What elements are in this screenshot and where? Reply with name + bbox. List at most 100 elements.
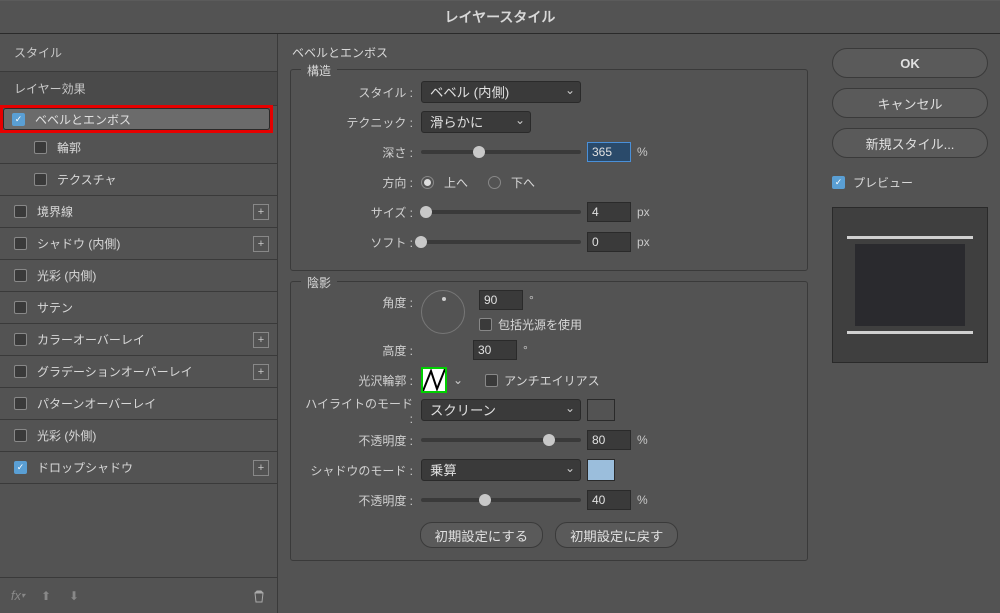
checkbox[interactable]: [34, 173, 47, 186]
depth-label: 深さ :: [301, 144, 421, 161]
style-item-inner-shadow[interactable]: シャドウ (内側) +: [0, 228, 277, 260]
highlight-opacity-unit: %: [637, 433, 648, 447]
style-label: 輪郭: [57, 139, 269, 156]
style-item-contour[interactable]: 輪郭: [0, 132, 277, 164]
structure-title: 構造: [301, 62, 337, 79]
add-icon[interactable]: +: [253, 460, 269, 476]
style-label: 光彩 (内側): [37, 267, 269, 284]
shadow-color-swatch[interactable]: [587, 459, 615, 481]
checkbox[interactable]: [14, 397, 27, 410]
shadow-opacity-slider[interactable]: [421, 498, 581, 502]
style-label: パターンオーバーレイ: [37, 395, 269, 412]
direction-label: 方向 :: [301, 174, 421, 191]
make-default-button[interactable]: 初期設定にする: [420, 522, 543, 548]
highlight-color-swatch[interactable]: [587, 399, 615, 421]
highlight-opacity-label: 不透明度 :: [301, 432, 421, 449]
highlight-box: ✓ ベベルとエンボス: [0, 105, 273, 133]
highlight-mode-label: ハイライトのモード :: [301, 395, 421, 426]
antialias-checkbox[interactable]: [485, 374, 498, 387]
style-item-pattern-overlay[interactable]: パターンオーバーレイ: [0, 388, 277, 420]
gloss-contour-label: 光沢輪郭 :: [301, 372, 421, 389]
add-icon[interactable]: +: [253, 332, 269, 348]
ok-button[interactable]: OK: [832, 48, 988, 78]
technique-select[interactable]: 滑らかに: [421, 111, 531, 133]
cancel-button[interactable]: キャンセル: [832, 88, 988, 118]
reset-default-button[interactable]: 初期設定に戻す: [555, 522, 678, 548]
style-item-texture[interactable]: テクスチャ: [0, 164, 277, 196]
altitude-input[interactable]: [473, 340, 517, 360]
checkbox[interactable]: [14, 333, 27, 346]
preview-label: プレビュー: [853, 174, 913, 191]
dialog-title: レイヤースタイル: [0, 0, 1000, 34]
checkbox[interactable]: [14, 205, 27, 218]
direction-down-radio[interactable]: [488, 176, 501, 189]
layer-effects-header[interactable]: レイヤー効果: [0, 72, 277, 106]
gloss-contour-picker[interactable]: [421, 367, 447, 393]
style-item-color-overlay[interactable]: カラーオーバーレイ +: [0, 324, 277, 356]
style-item-satin[interactable]: サテン: [0, 292, 277, 324]
checkbox[interactable]: [14, 365, 27, 378]
shadow-mode-select[interactable]: 乗算: [421, 459, 581, 481]
angle-label: 角度 :: [301, 290, 421, 311]
styles-sidebar: スタイル レイヤー効果 ✓ ベベルとエンボス 輪郭 テクスチャ 境界線 +: [0, 34, 278, 613]
styles-header[interactable]: スタイル: [0, 34, 277, 72]
angle-wheel[interactable]: [421, 290, 465, 334]
new-style-button[interactable]: 新規スタイル...: [832, 128, 988, 158]
style-label: テクスチャ: [57, 171, 269, 188]
trash-icon[interactable]: [251, 588, 267, 604]
style-item-drop-shadow[interactable]: ✓ ドロップシャドウ +: [0, 452, 277, 484]
size-slider[interactable]: [421, 210, 581, 214]
move-up-icon[interactable]: ⬆: [38, 588, 54, 604]
style-item-inner-glow[interactable]: 光彩 (内側): [0, 260, 277, 292]
style-item-bevel-emboss[interactable]: ✓ ベベルとエンボス: [3, 108, 270, 130]
checkbox[interactable]: [14, 269, 27, 282]
preview-thumbnail: [832, 207, 988, 363]
soften-slider[interactable]: [421, 240, 581, 244]
direction-down-label: 下へ: [511, 174, 535, 191]
depth-slider[interactable]: [421, 150, 581, 154]
style-label: ベベルとエンボス: [35, 111, 249, 128]
panel-title: ベベルとエンボス: [292, 44, 808, 61]
depth-input[interactable]: [587, 142, 631, 162]
shadow-opacity-input[interactable]: [587, 490, 631, 510]
style-item-gradient-overlay[interactable]: グラデーションオーバーレイ +: [0, 356, 277, 388]
style-label: スタイル :: [301, 84, 421, 101]
shading-title: 陰影: [301, 274, 337, 291]
checkbox[interactable]: [34, 141, 47, 154]
add-icon[interactable]: +: [253, 236, 269, 252]
style-label: サテン: [37, 299, 269, 316]
soften-label: ソフト :: [301, 234, 421, 251]
technique-label: テクニック :: [301, 114, 421, 131]
chevron-down-icon[interactable]: ⌄: [453, 373, 463, 387]
shadow-opacity-label: 不透明度 :: [301, 492, 421, 509]
fx-icon[interactable]: fx▾: [10, 588, 26, 604]
global-light-label: 包括光源を使用: [498, 316, 582, 333]
checkbox[interactable]: [14, 237, 27, 250]
soften-unit: px: [637, 235, 650, 249]
style-item-stroke[interactable]: 境界線 +: [0, 196, 277, 228]
highlight-opacity-slider[interactable]: [421, 438, 581, 442]
style-label: 境界線: [37, 203, 253, 220]
global-light-checkbox[interactable]: [479, 318, 492, 331]
move-down-icon[interactable]: ⬇: [66, 588, 82, 604]
preview-checkbox[interactable]: ✓: [832, 176, 845, 189]
size-input[interactable]: [587, 202, 631, 222]
altitude-unit: °: [523, 343, 528, 357]
checkbox[interactable]: [14, 429, 27, 442]
style-select[interactable]: ベベル (内側): [421, 81, 581, 103]
direction-up-radio[interactable]: [421, 176, 434, 189]
checkbox[interactable]: [14, 301, 27, 314]
add-icon[interactable]: +: [253, 204, 269, 220]
style-item-outer-glow[interactable]: 光彩 (外側): [0, 420, 277, 452]
highlight-mode-select[interactable]: スクリーン: [421, 399, 581, 421]
direction-up-label: 上へ: [444, 174, 468, 191]
angle-input[interactable]: [479, 290, 523, 310]
checkbox-bevel[interactable]: ✓: [12, 113, 25, 126]
style-label: カラーオーバーレイ: [37, 331, 253, 348]
size-unit: px: [637, 205, 650, 219]
checkbox[interactable]: ✓: [14, 461, 27, 474]
highlight-opacity-input[interactable]: [587, 430, 631, 450]
add-icon[interactable]: +: [253, 364, 269, 380]
angle-unit: °: [529, 293, 534, 307]
soften-input[interactable]: [587, 232, 631, 252]
